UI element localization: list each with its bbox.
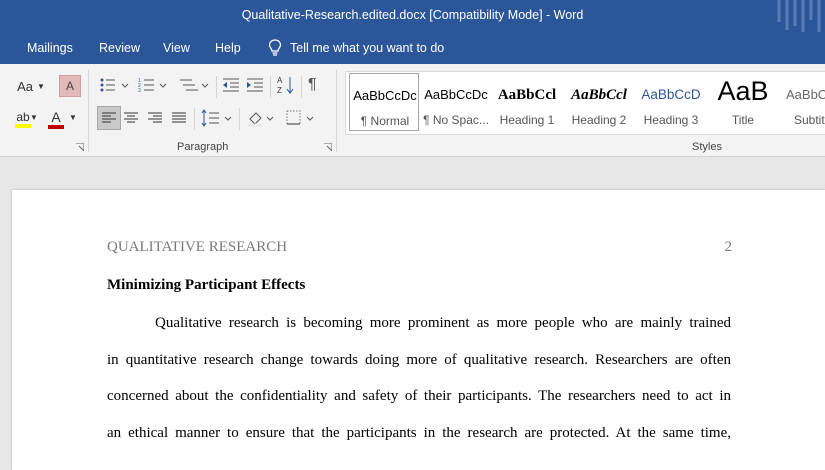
- paragraph-line: an ethical manner to ensure that the par…: [107, 425, 731, 441]
- group-separator: [301, 76, 302, 98]
- styles-group-label: Styles: [692, 141, 722, 153]
- tab-mailings[interactable]: Mailings: [27, 41, 73, 55]
- running-head: QUALITATIVE RESEARCH: [107, 239, 288, 255]
- style-preview: AaBbCcD: [641, 87, 701, 102]
- tell-me-text: Tell me what you want to do: [290, 40, 445, 55]
- window-title: Qualitative-Research.edited.docx [Compat…: [241, 8, 584, 22]
- style-label: ¶ No Spac...: [423, 113, 489, 127]
- paragraph-line: in quantitative research change towards …: [107, 352, 731, 368]
- shading-icon[interactable]: [246, 109, 276, 127]
- numbering-icon[interactable]: 123: [138, 77, 170, 93]
- style-label: Title: [731, 113, 755, 127]
- style-label: Subtit: [794, 113, 825, 127]
- tab-help[interactable]: Help: [215, 41, 241, 55]
- clear-formatting-button[interactable]: A: [59, 75, 81, 97]
- group-separator: [194, 108, 195, 130]
- paragraph-dialog-launcher-icon[interactable]: [324, 143, 332, 151]
- increase-indent-icon[interactable]: [246, 77, 264, 93]
- chevron-down-icon[interactable]: ▼: [30, 113, 38, 122]
- line-spacing-icon[interactable]: [201, 109, 233, 127]
- font-dialog-launcher-icon[interactable]: [76, 143, 84, 151]
- style-preview: AaBbCcDc: [353, 88, 417, 103]
- style-title[interactable]: AaB Title: [708, 73, 778, 131]
- section-heading: Minimizing Participant Effects: [107, 277, 306, 293]
- style-heading-1[interactable]: AaBbCcl Heading 1: [492, 73, 562, 131]
- style-heading-2[interactable]: AaBbCcl Heading 2: [564, 73, 634, 131]
- tab-review[interactable]: Review: [99, 41, 140, 55]
- style-preview: AaB: [717, 76, 769, 106]
- style-normal[interactable]: AaBbCcDc ¶ Normal: [349, 73, 419, 131]
- highlighter-icon: ab: [16, 110, 30, 124]
- style-subtitle[interactable]: AaBbCc Subtit: [780, 73, 825, 131]
- style-label: Heading 2: [571, 113, 627, 127]
- paragraph-line: concerned about the confidentiality and …: [107, 388, 731, 404]
- style-preview: AaBbCc: [786, 87, 825, 102]
- pilcrow-icon[interactable]: ¶: [308, 76, 317, 94]
- svg-text:3: 3: [138, 88, 141, 93]
- eraser-icon: A: [65, 79, 74, 93]
- sort-icon[interactable]: A Z: [277, 75, 295, 95]
- chevron-down-icon: ▼: [36, 81, 45, 91]
- style-preview: AaBbCcDc: [424, 87, 488, 102]
- group-separator: [336, 70, 337, 152]
- svg-text:A: A: [277, 76, 283, 85]
- lightbulb-icon: [268, 39, 282, 56]
- align-center-icon[interactable]: [124, 112, 138, 124]
- align-left-icon: [102, 112, 116, 123]
- ribbon-tabs: Mailings Review View Help Tell me what y…: [0, 32, 825, 64]
- change-case-button[interactable]: Aa ▼: [14, 77, 48, 95]
- font-color-button[interactable]: A: [45, 107, 67, 131]
- style-label: Heading 3: [643, 113, 699, 127]
- decrease-indent-icon[interactable]: [222, 77, 240, 93]
- justify-icon[interactable]: [172, 112, 186, 124]
- page-number: 2: [724, 239, 733, 255]
- group-separator: [88, 70, 89, 152]
- group-separator: [216, 76, 217, 98]
- style-no-spacing[interactable]: AaBbCcDc ¶ No Spac...: [421, 73, 491, 131]
- change-case-label: Aa: [17, 78, 33, 94]
- align-right-icon[interactable]: [148, 112, 162, 124]
- style-heading-3[interactable]: AaBbCcD Heading 3: [636, 73, 706, 131]
- paragraph-line: Qualitative research is becoming more pr…: [155, 315, 731, 331]
- styles-gallery: AaBbCcDc ¶ Normal AaBbCcDc ¶ No Spac... …: [345, 71, 825, 135]
- style-preview: AaBbCcl: [571, 87, 627, 103]
- tell-me-box[interactable]: Tell me what you want to do: [268, 39, 444, 56]
- bullets-icon[interactable]: [100, 77, 130, 93]
- paragraph-group-label: Paragraph: [177, 141, 229, 153]
- svg-text:Z: Z: [277, 86, 282, 95]
- font-color-icon: A: [51, 109, 61, 125]
- chevron-down-icon[interactable]: ▼: [69, 113, 77, 122]
- font-color-bar: [48, 125, 64, 129]
- ribbon: Aa ▼ A ab ▼ A ▼ 123 A Z ¶ Paragraph AaBb…: [0, 64, 825, 157]
- group-separator: [270, 76, 271, 98]
- borders-icon[interactable]: [285, 109, 317, 127]
- style-label: ¶ Normal: [360, 114, 410, 128]
- document-area[interactable]: QUALITATIVE RESEARCH 2 Minimizing Partic…: [0, 157, 825, 470]
- style-preview: AaBbCcl: [497, 87, 557, 103]
- group-separator: [239, 108, 240, 130]
- align-left-button[interactable]: [97, 106, 121, 130]
- style-label: Heading 1: [499, 113, 555, 127]
- highlight-color-bar: [15, 124, 31, 128]
- tab-view[interactable]: View: [163, 41, 190, 55]
- document-page[interactable]: QUALITATIVE RESEARCH 2 Minimizing Partic…: [12, 190, 825, 470]
- multilevel-list-icon[interactable]: [178, 77, 210, 93]
- title-bar: Qualitative-Research.edited.docx [Compat…: [0, 0, 825, 60]
